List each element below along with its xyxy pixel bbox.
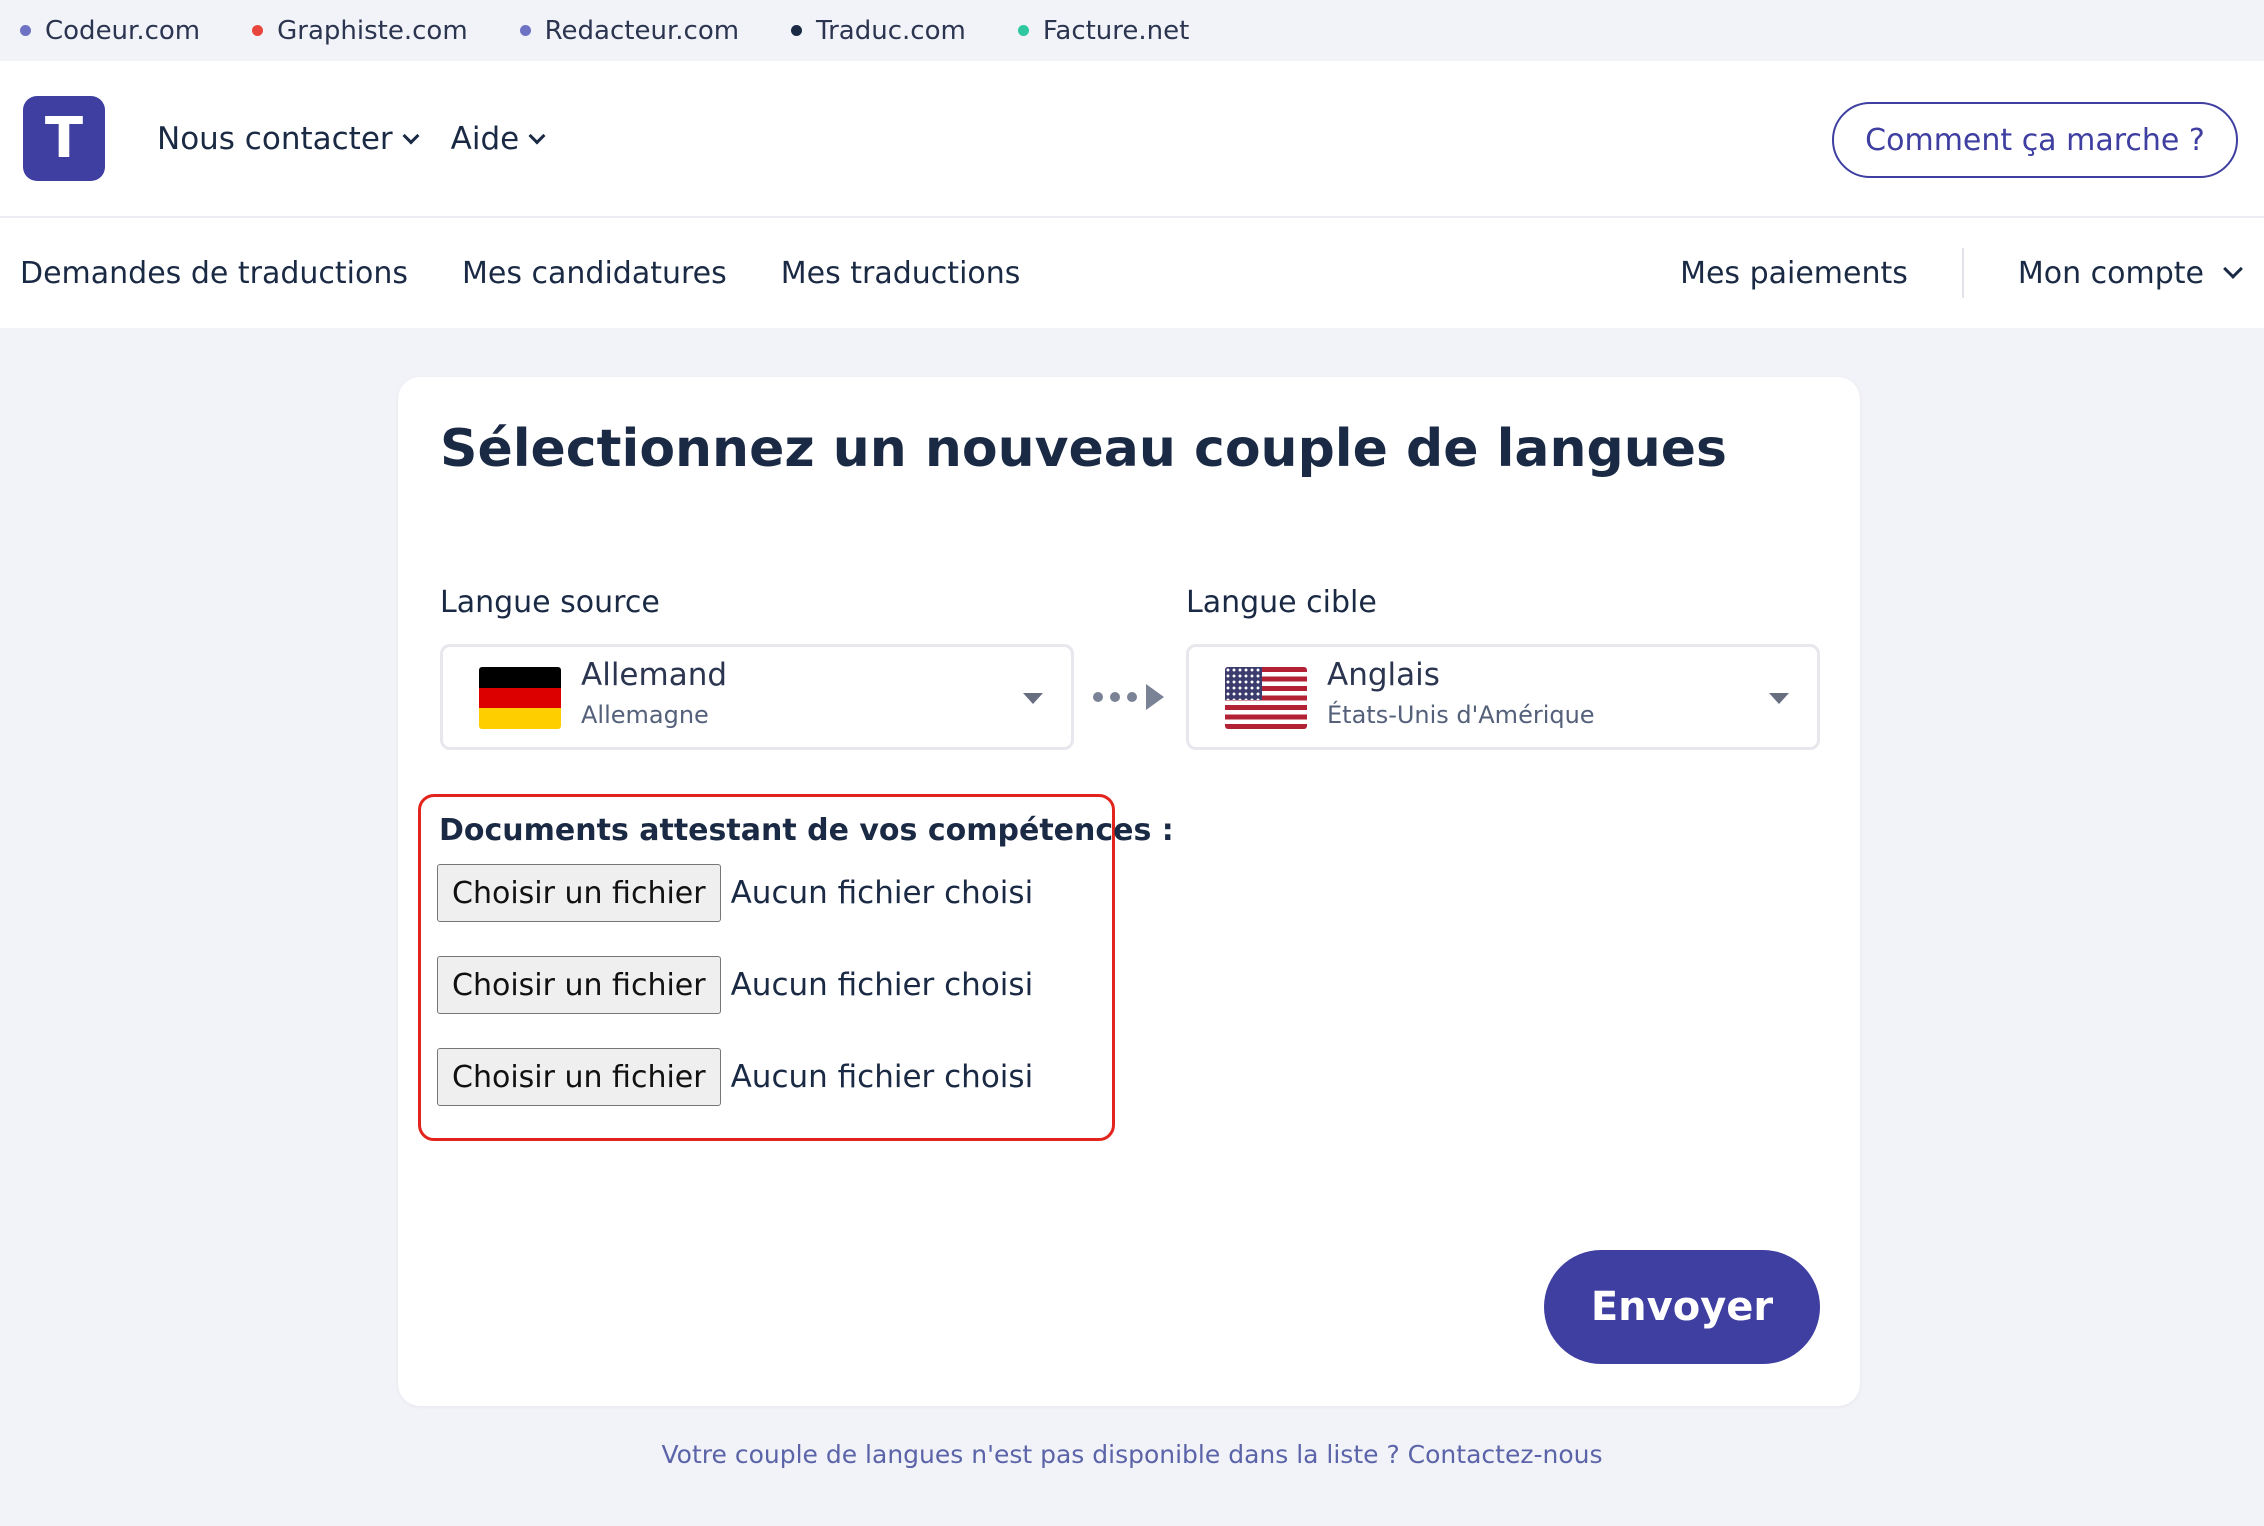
- nav-my-applications[interactable]: Mes candidatures: [462, 256, 727, 291]
- source-language-select[interactable]: Allemand Allemagne: [440, 644, 1074, 750]
- target-language-select[interactable]: Anglais États-Unis d'Amérique: [1186, 644, 1820, 750]
- dot-icon: [519, 25, 531, 36]
- skills-documents-section: Documents attestant de vos compétences :…: [418, 794, 1174, 1141]
- caret-down-icon: [1023, 693, 1043, 704]
- network-link-graphiste[interactable]: Graphiste.com: [252, 16, 468, 46]
- choose-file-button[interactable]: Choisir un fichier: [437, 864, 721, 922]
- file-upload-row: Choisir un fichier Aucun fichier choisi: [437, 1048, 1033, 1106]
- page-title: Sélectionnez un nouveau couple de langue…: [440, 419, 1727, 479]
- germany-flag-icon: [479, 667, 561, 729]
- caret-down-icon: [1769, 693, 1789, 704]
- nav-translation-requests[interactable]: Demandes de traductions: [20, 256, 408, 291]
- header-nav: Nous contacter Aide: [157, 121, 546, 157]
- submit-button[interactable]: Envoyer: [1544, 1250, 1820, 1364]
- nav-divider: [1961, 248, 1964, 298]
- usa-flag-icon: [1225, 667, 1307, 729]
- nav-contact-dropdown[interactable]: Nous contacter: [157, 121, 420, 157]
- nav-my-account-dropdown[interactable]: Mon compte: [2018, 256, 2243, 291]
- target-country-value: États-Unis d'Amérique: [1327, 701, 1595, 729]
- target-language-value: Anglais: [1327, 657, 1440, 693]
- dot-icon: [252, 25, 264, 36]
- source-country-value: Allemagne: [581, 701, 709, 729]
- file-upload-row: Choisir un fichier Aucun fichier choisi: [437, 864, 1033, 922]
- network-link-redacteur[interactable]: Redacteur.com: [519, 16, 739, 46]
- choose-file-button[interactable]: Choisir un fichier: [437, 1048, 721, 1106]
- arrow-right-icon: [1093, 684, 1164, 710]
- nav-my-payments[interactable]: Mes paiements: [1680, 256, 1908, 291]
- dot-icon: [1017, 25, 1029, 36]
- network-link-facture[interactable]: Facture.net: [1017, 16, 1189, 46]
- chevron-down-icon: [528, 127, 546, 145]
- file-upload-row: Choisir un fichier Aucun fichier choisi: [437, 956, 1033, 1014]
- network-bar: Codeur.com Graphiste.com Redacteur.com T…: [0, 0, 2264, 61]
- file-status: Aucun fichier choisi: [730, 967, 1034, 1003]
- source-language-label: Langue source: [440, 585, 660, 620]
- language-pair-card: Sélectionnez un nouveau couple de langue…: [398, 377, 1860, 1406]
- main-nav: Demandes de traductions Mes candidatures…: [0, 218, 2264, 328]
- choose-file-button[interactable]: Choisir un fichier: [437, 956, 721, 1014]
- dot-icon: [791, 25, 803, 36]
- network-link-codeur[interactable]: Codeur.com: [20, 16, 200, 46]
- documents-title: Documents attestant de vos compétences :: [439, 813, 1174, 848]
- traduc-logo[interactable]: T: [23, 96, 105, 181]
- chevron-down-icon: [402, 127, 420, 145]
- file-status: Aucun fichier choisi: [730, 1059, 1034, 1095]
- contact-us-link[interactable]: Votre couple de langues n'est pas dispon…: [0, 1440, 2264, 1469]
- target-language-label: Langue cible: [1186, 585, 1377, 620]
- file-status: Aucun fichier choisi: [730, 875, 1034, 911]
- source-language-value: Allemand: [581, 657, 728, 693]
- chevron-down-icon: [2223, 259, 2243, 279]
- dot-icon: [20, 25, 31, 36]
- nav-my-translations[interactable]: Mes traductions: [781, 256, 1021, 291]
- how-it-works-button[interactable]: Comment ça marche ?: [1832, 102, 2238, 178]
- nav-help-dropdown[interactable]: Aide: [451, 121, 546, 157]
- network-link-traduc[interactable]: Traduc.com: [791, 16, 966, 46]
- site-header: T Nous contacter Aide Comment ça marche …: [0, 61, 2264, 218]
